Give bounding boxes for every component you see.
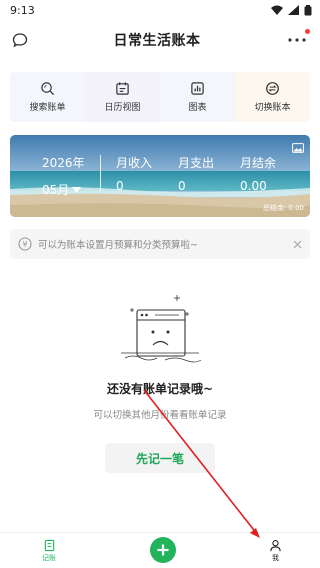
- tip-icon: ¥: [18, 237, 32, 251]
- income-value: 0: [116, 179, 124, 193]
- balance-value: 0.00: [240, 179, 267, 193]
- signal-icon: [288, 5, 299, 15]
- month-selector[interactable]: 05月: [42, 181, 82, 198]
- empty-title: 还没有账单记录哦~: [106, 382, 214, 396]
- tab-records[interactable]: 记账: [42, 539, 56, 563]
- calendar-view-button[interactable]: 日历视图: [85, 72, 160, 122]
- empty-browser-illustration: [121, 295, 202, 363]
- search-bills-label: 搜索账单: [29, 103, 66, 113]
- switch-book-icon: [266, 82, 279, 95]
- add-record-button[interactable]: [149, 536, 176, 563]
- status-bar: 9:13: [0, 0, 320, 20]
- tip-text: 可以为账本设置月预算和分类预算啦~: [38, 240, 198, 251]
- search-icon: [41, 82, 55, 96]
- page-title: 日常生活账本: [113, 33, 201, 49]
- status-time: 9:13: [10, 3, 35, 17]
- more-dots-icon: [288, 38, 306, 42]
- close-icon[interactable]: [293, 240, 302, 249]
- chat-bubble-icon[interactable]: [12, 32, 28, 48]
- notification-dot: [305, 29, 310, 34]
- income-label: 月收入: [116, 156, 153, 170]
- more-menu-button[interactable]: [286, 29, 310, 47]
- empty-subtitle: 可以切换其他月份看看账单记录: [93, 410, 227, 421]
- balance-label: 月结余: [240, 156, 277, 170]
- expense-label: 月支出: [178, 156, 215, 170]
- svg-text:¥: ¥: [22, 240, 27, 249]
- caret-down-icon: [72, 186, 82, 193]
- switch-book-button[interactable]: 切换账本: [235, 72, 310, 122]
- search-bills-button[interactable]: 搜索账单: [10, 72, 85, 122]
- wifi-icon: [271, 5, 283, 15]
- app-header: 日常生活账本: [0, 20, 320, 60]
- calendar-icon: [116, 82, 129, 95]
- total-balance: 总结余: 0.00: [262, 204, 304, 212]
- summary-divider: [100, 155, 101, 191]
- plus-icon: [157, 544, 168, 555]
- expense-value: 0: [178, 179, 186, 193]
- tab-records-label: 记账: [42, 553, 56, 562]
- battery-icon: [304, 4, 312, 15]
- ledger-icon: [44, 539, 54, 551]
- change-background-icon[interactable]: [292, 143, 304, 153]
- chart-label: 图表: [188, 103, 207, 113]
- bottom-tab-bar: 记账 我: [0, 532, 320, 568]
- chart-button[interactable]: 图表: [160, 72, 235, 122]
- year-label: 2026年: [42, 156, 85, 170]
- switch-book-label: 切换账本: [254, 103, 291, 113]
- empty-state: 还没有账单记录哦~ 可以切换其他月份看看账单记录 先记一笔: [0, 290, 320, 473]
- budget-tip-banner: ¥ 可以为账本设置月预算和分类预算啦~: [10, 229, 310, 259]
- calendar-view-label: 日历视图: [104, 103, 141, 113]
- user-icon: [270, 539, 281, 551]
- record-first-button[interactable]: 先记一笔: [105, 443, 215, 473]
- chart-icon: [191, 82, 204, 95]
- monthly-summary-card: 2026年 05月 月收入 月支出 月结余 0 0 0.00 总结余: 0.00: [10, 135, 310, 217]
- month-label: 05月: [42, 183, 70, 197]
- tab-me-label: 我: [272, 553, 279, 562]
- tab-me[interactable]: 我: [269, 539, 282, 563]
- quick-actions: 搜索账单 日历视图 图表 切换账本: [10, 72, 310, 122]
